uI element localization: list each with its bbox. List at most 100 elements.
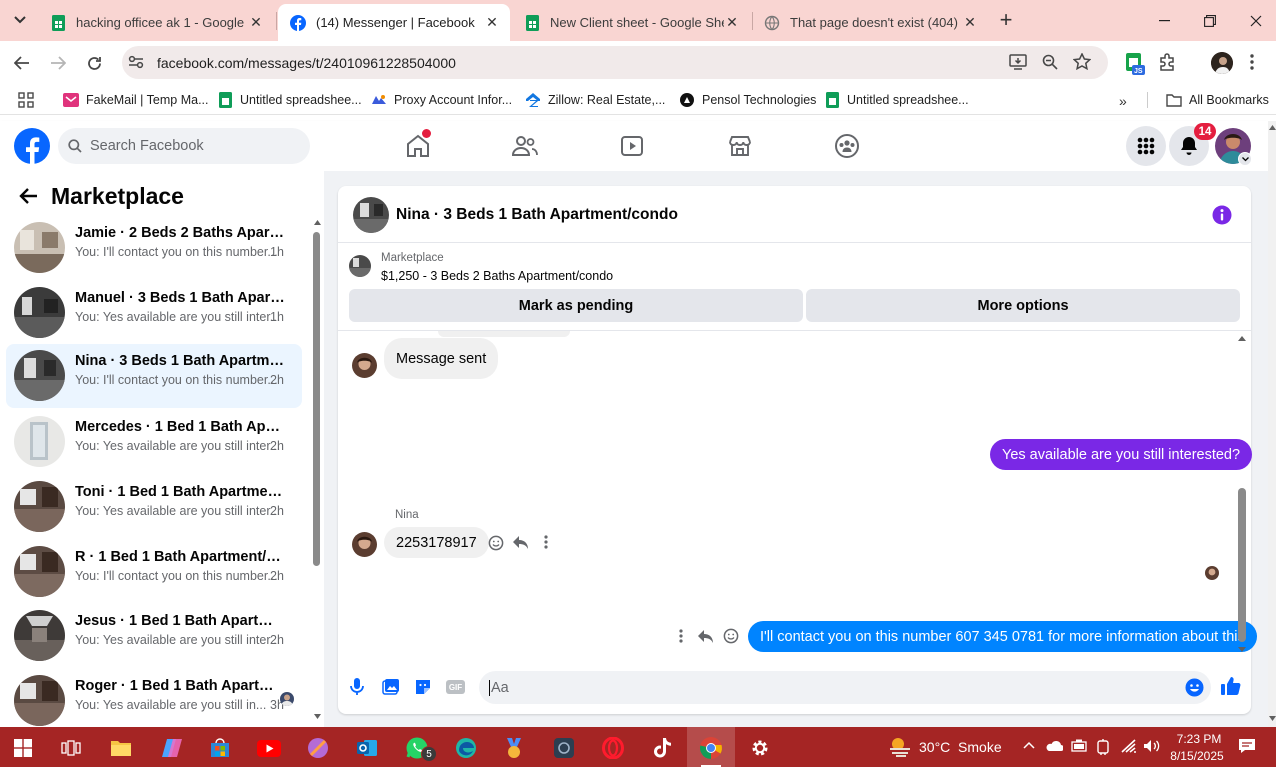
video-nav-icon[interactable] [617,133,647,159]
bookmark-pensol[interactable]: Pensol Technologies [679,90,816,110]
emoji-picker-icon[interactable] [1185,678,1204,697]
battery-tray-icon[interactable] [1071,739,1087,753]
gif-icon[interactable]: GIF [446,680,465,694]
wifi-icon[interactable] [1120,739,1138,753]
bookmark-star-icon[interactable] [1073,53,1091,70]
all-bookmarks-button[interactable]: All Bookmarks [1166,90,1269,110]
device-tray-icon[interactable] [1096,739,1110,755]
groups-nav-icon[interactable] [832,133,862,159]
youtube-icon[interactable] [252,731,286,765]
facebook-search-box[interactable]: Search Facebook [58,128,310,164]
extension-sheets-icon[interactable]: JS [1124,52,1146,76]
outlook-icon[interactable] [350,731,384,765]
restore-icon[interactable] [1187,0,1233,41]
scroll-thumb[interactable] [313,232,320,566]
weather-text[interactable]: 30°C Smoke [919,739,1002,755]
message-more-icon[interactable] [679,629,683,643]
close-tab-icon[interactable]: ✕ [962,14,978,31]
volume-icon[interactable] [1143,739,1161,753]
conversation-nina[interactable]: Nina · 3 Beds 1 Bath Apartment/... You: … [6,344,302,408]
bookmark-zillow[interactable]: Zillow: Real Estate,... [525,90,665,110]
conversation-mercedes[interactable]: Mercedes · 1 Bed 1 Bath Apartm... You: Y… [6,410,302,472]
notification-center-icon[interactable] [1238,738,1256,754]
react-emoji-icon[interactable] [723,628,739,644]
rewards-medal-icon[interactable] [497,731,531,765]
like-send-icon[interactable] [1220,676,1241,696]
more-options-button[interactable]: More options [806,289,1240,322]
clock-time[interactable]: 7:23 PM [1172,732,1226,746]
message-bubble-incoming[interactable]: Message sent [384,338,499,379]
tab-404-page[interactable]: That page doesn't exist (404) - F ✕ [752,4,988,41]
menu-grid-button[interactable] [1126,126,1166,166]
nina-avatar[interactable] [352,532,377,557]
edge-icon[interactable] [449,731,483,765]
settings-gear-icon[interactable] [743,731,777,765]
conversation-info-icon[interactable] [1212,205,1232,225]
friends-nav-icon[interactable] [510,133,540,159]
weather-icon[interactable] [888,735,912,757]
message-composer-input[interactable]: Aa [479,671,1211,704]
react-emoji-icon[interactable] [488,535,504,551]
windows-start-icon[interactable] [6,731,40,765]
reload-icon[interactable] [78,47,110,79]
listing-title[interactable]: $1,250 - 3 Beds 2 Baths Apartment/condo [381,269,613,283]
close-tab-icon[interactable]: ✕ [724,14,740,31]
conversation-jesus[interactable]: Jesus · 1 Bed 1 Bath Apartment/... You: … [6,604,302,666]
zoom-icon[interactable] [1042,54,1058,70]
message-more-icon[interactable] [544,535,548,549]
microsoft-store-icon[interactable] [203,731,237,765]
chat-title[interactable]: Nina · 3 Beds 1 Bath Apartment/condo [396,206,678,224]
message-bubble-outgoing[interactable]: I'll contact you on this number 607 345 … [748,621,1257,652]
back-arrow-icon[interactable] [18,187,38,205]
conversation-jamie[interactable]: Jamie · 2 Beds 2 Baths Apartme... You: I… [6,216,302,278]
nina-avatar[interactable] [352,353,377,378]
conversation-toni[interactable]: Toni · 1 Bed 1 Bath Apartment/c... You: … [6,475,302,537]
facebook-logo-icon[interactable] [14,128,50,164]
sticker-icon[interactable] [414,678,432,696]
bookmark-untitled-spreadsheet-1[interactable]: Untitled spreadshee... [217,90,362,110]
conversation-manuel[interactable]: Manuel · 3 Beds 1 Bath Apartme... You: Y… [6,281,302,343]
back-icon[interactable] [6,47,38,79]
conversation-roger[interactable]: Roger · 1 Bed 1 Bath Apartme... You: Yes… [6,669,302,731]
extensions-puzzle-icon[interactable] [1158,52,1178,72]
app-dark-square-icon[interactable] [547,731,581,765]
tab-hacking-officee[interactable]: hacking officee ak 1 - Google S ✕ [38,4,274,41]
bookmarks-overflow-icon[interactable]: » [1119,93,1127,109]
scroll-thumb[interactable] [1238,488,1246,642]
paint-app-icon[interactable] [301,731,335,765]
tab-search-chevron-icon[interactable] [4,4,36,36]
chrome-menu-icon[interactable] [1250,54,1254,70]
close-tab-icon[interactable]: ✕ [484,14,500,31]
close-tab-icon[interactable]: ✕ [248,14,264,31]
tab-new-client-sheet[interactable]: New Client sheet - Google Shee ✕ [512,4,750,41]
mark-as-pending-button[interactable]: Mark as pending [349,289,803,322]
marketplace-nav-icon[interactable] [725,133,755,159]
profile-avatar[interactable] [1211,52,1233,74]
message-bubble-incoming[interactable]: 2253178917 [384,527,489,558]
forward-icon[interactable] [42,47,74,79]
file-explorer-icon[interactable] [104,731,138,765]
account-chevron-icon[interactable] [1238,152,1252,166]
minimize-icon[interactable] [1141,0,1187,41]
tray-overflow-chevron-icon[interactable] [1023,741,1035,749]
photo-attach-icon[interactable] [382,678,400,695]
install-app-icon[interactable] [1009,54,1027,70]
microphone-icon[interactable] [349,677,365,696]
conversation-list-scrollbar[interactable] [311,218,322,724]
page-scroll-up-icon[interactable] [1269,125,1276,130]
site-info-icon[interactable] [128,55,144,69]
apps-grid-icon[interactable] [18,92,34,108]
reply-icon[interactable] [697,629,714,644]
clock-date[interactable]: 8/15/2025 [1166,749,1228,763]
chat-scrollbar[interactable] [1236,336,1248,656]
opera-icon[interactable] [596,731,630,765]
chrome-icon[interactable] [694,731,728,765]
chat-listing-avatar[interactable] [353,197,389,233]
tiktok-icon[interactable] [645,731,679,765]
url-text[interactable]: facebook.com/messages/t/2401096122850400… [157,55,456,71]
close-window-icon[interactable] [1233,0,1276,41]
tab-messenger[interactable]: (14) Messenger | Facebook ✕ [278,4,510,41]
message-bubble-outgoing[interactable]: Yes available are you still interested? [990,439,1253,470]
copilot-icon[interactable] [155,731,189,765]
reply-icon[interactable] [512,535,529,550]
